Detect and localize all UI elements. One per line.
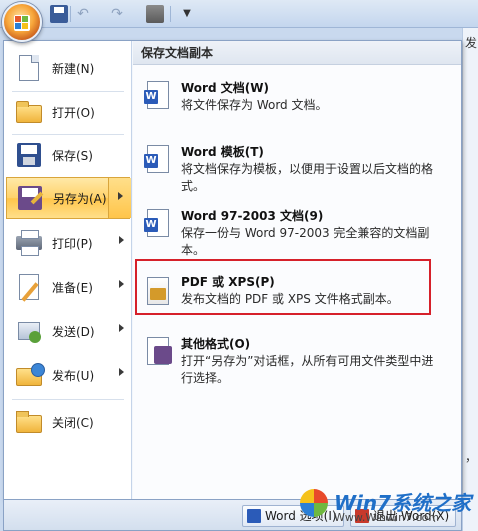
save-as-panel: 保存文档副本 Word 文档(W) 将文件保存为 Word 文档。 Word 模… <box>133 41 461 499</box>
submenu-arrow-icon <box>119 280 124 288</box>
word-97-icon <box>144 209 175 243</box>
option-title: Word 97-2003 文档(9) <box>181 209 324 223</box>
submenu-arrow-icon <box>119 236 124 244</box>
menu-item-print[interactable]: 打印(P) <box>6 222 130 264</box>
redo-icon[interactable]: ↷ <box>108 5 126 23</box>
edge-text: 发 <box>465 36 478 50</box>
menu-item-new[interactable]: 新建(N) <box>6 47 130 89</box>
menu-item-close[interactable]: 关闭(C) <box>6 401 130 443</box>
office-button[interactable] <box>2 2 42 42</box>
menu-item-prepare[interactable]: 准备(E) <box>6 266 130 308</box>
title-bar: ↶ ↷ ▼ <box>0 0 478 28</box>
save-option-other-formats[interactable]: 其他格式(O) 打开“另存为”对话框，从所有可用文件类型中进行选择。 <box>141 335 453 391</box>
close-folder-icon <box>14 407 44 437</box>
menu-item-label: 打印(P) <box>52 236 93 251</box>
send-icon <box>14 316 44 346</box>
office-menu: 新建(N) 打开(O) 保存(S) 另存为(A) 打印(P) 准备(E) 发送(… <box>3 40 462 500</box>
menu-item-save-as[interactable]: 另存为(A) <box>6 177 131 219</box>
dropdown-icon[interactable]: ▼ <box>178 5 196 23</box>
edge-text: ， <box>465 450 478 464</box>
menu-item-label: 另存为(A) <box>53 191 107 206</box>
menu-item-label: 发布(U) <box>52 368 95 383</box>
menu-item-send[interactable]: 发送(D) <box>6 310 130 352</box>
menu-item-open[interactable]: 打开(O) <box>6 91 130 133</box>
menu-item-publish[interactable]: 发布(U) <box>6 354 130 396</box>
print-preview-icon[interactable] <box>146 5 164 23</box>
new-document-icon <box>14 53 44 83</box>
prepare-icon <box>14 272 44 302</box>
office-logo-icon <box>14 15 30 31</box>
menu-item-label: 准备(E) <box>52 280 93 295</box>
menu-item-save[interactable]: 保存(S) <box>6 134 130 176</box>
undo-icon[interactable]: ↶ <box>74 5 92 23</box>
separator <box>70 6 71 22</box>
option-title: Word 文档(W) <box>181 81 269 95</box>
word-template-icon <box>144 145 175 179</box>
divider <box>12 399 124 400</box>
save-option-word-template[interactable]: Word 模板(T) 将文档保存为模板，以便用于设置以后文档的格式。 <box>141 143 453 199</box>
submenu-arrow-icon <box>118 192 123 200</box>
option-title: PDF 或 XPS(P) <box>181 275 275 289</box>
watermark-logo-icon <box>300 489 328 517</box>
save-option-word-97-2003[interactable]: Word 97-2003 文档(9) 保存一份与 Word 97-2003 完全… <box>141 207 453 263</box>
watermark: Win7系统之家 Www.Winwin7.com <box>300 485 478 531</box>
save-icon <box>14 140 44 170</box>
save-as-icon <box>15 183 45 213</box>
publish-icon <box>14 360 45 390</box>
separator <box>170 6 171 22</box>
save-option-word-document[interactable]: Word 文档(W) 将文件保存为 Word 文档。 <box>141 79 453 129</box>
options-icon <box>247 509 261 523</box>
option-description: 打开“另存为”对话框，从所有可用文件类型中进行选择。 <box>181 354 434 385</box>
open-folder-icon <box>14 97 44 127</box>
save-icon[interactable] <box>50 5 68 23</box>
menu-item-label: 关闭(C) <box>52 415 94 430</box>
document-edge: 发 ， <box>462 28 478 531</box>
option-description: 将文件保存为 Word 文档。 <box>181 98 328 112</box>
option-title: Word 模板(T) <box>181 145 264 159</box>
menu-item-label: 新建(N) <box>52 61 95 76</box>
menu-item-label: 保存(S) <box>52 148 93 163</box>
panel-title: 保存文档副本 <box>133 41 461 65</box>
printer-icon <box>14 228 44 258</box>
option-title: 其他格式(O) <box>181 337 251 351</box>
other-formats-icon <box>145 337 175 371</box>
word-document-icon <box>144 81 175 115</box>
menu-item-label: 发送(D) <box>52 324 95 339</box>
menu-left-column: 新建(N) 打开(O) 保存(S) 另存为(A) 打印(P) 准备(E) 发送(… <box>4 41 132 499</box>
submenu-arrow-icon <box>119 368 124 376</box>
save-option-pdf-xps[interactable]: PDF 或 XPS(P) 发布文档的 PDF 或 XPS 文件格式副本。 <box>141 273 453 313</box>
option-description: 发布文档的 PDF 或 XPS 文件格式副本。 <box>181 292 399 306</box>
watermark-subtext: Www.Winwin7.com <box>334 511 440 524</box>
option-description: 保存一份与 Word 97-2003 完全兼容的文档副本。 <box>181 226 430 257</box>
pdf-xps-icon <box>145 275 175 309</box>
submenu-arrow-icon <box>119 324 124 332</box>
option-description: 将文档保存为模板，以便用于设置以后文档的格式。 <box>181 162 434 193</box>
menu-item-label: 打开(O) <box>52 105 95 120</box>
